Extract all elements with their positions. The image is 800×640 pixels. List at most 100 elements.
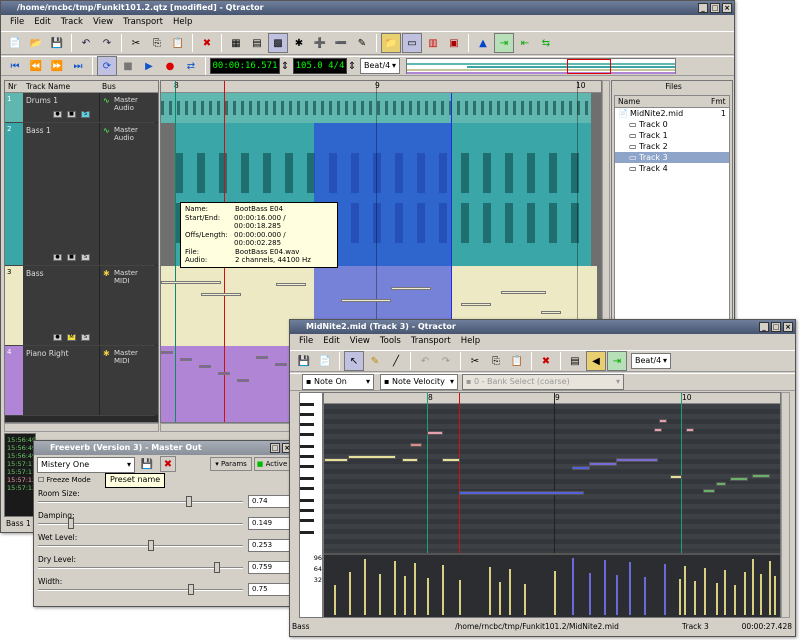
midi-note[interactable] <box>402 458 418 462</box>
file-track-item[interactable]: ▭ Track 0 <box>615 119 729 130</box>
menu-edit[interactable]: Edit <box>318 334 344 348</box>
record-mode-icon[interactable]: ▲ <box>473 33 493 53</box>
select-all-icon[interactable]: ▤ <box>565 351 585 371</box>
preset-combo[interactable]: Mistery One <box>37 457 135 473</box>
velocity-bar[interactable] <box>349 572 351 615</box>
solo-button[interactable]: S <box>81 111 90 118</box>
rewind-icon[interactable]: ⏪ <box>26 56 46 76</box>
paste-icon[interactable]: 📋 <box>507 351 527 371</box>
menu-view[interactable]: View <box>88 15 118 29</box>
velocity-bar[interactable] <box>427 578 429 615</box>
redo-icon[interactable]: ↷ <box>97 33 117 53</box>
save-file-icon[interactable]: 💾 <box>294 351 314 371</box>
paste-icon[interactable]: 📋 <box>168 33 188 53</box>
select-range-icon[interactable]: ▤ <box>247 33 267 53</box>
loop-marker[interactable] <box>175 81 176 422</box>
midi-note[interactable] <box>199 365 211 368</box>
velocity-bar[interactable] <box>364 559 366 615</box>
track-name[interactable]: Piano Right <box>23 346 99 415</box>
menu-track[interactable]: Track <box>56 15 88 29</box>
velocity-bar[interactable] <box>724 570 726 615</box>
midi-note[interactable] <box>541 311 561 314</box>
track-row-bass[interactable]: 3 Bass ● M S Master MIDI ✱ <box>5 266 158 346</box>
note-sound-icon[interactable]: ◀ <box>586 351 606 371</box>
close-button[interactable]: × <box>722 3 732 13</box>
velocity-bar[interactable] <box>752 559 754 615</box>
freeze-mode-checkbox[interactable]: ☐ Freeze Mode <box>38 476 91 484</box>
velocity-bar[interactable] <box>509 569 511 615</box>
midi-note[interactable] <box>180 358 192 361</box>
save-file-icon[interactable]: 💾 <box>47 33 67 53</box>
midi-note[interactable] <box>703 489 715 493</box>
maximize-button[interactable]: □ <box>270 443 280 453</box>
follow-icon[interactable]: ⇥ <box>607 351 627 371</box>
plugin-titlebar[interactable]: Freeverb (Version 3) - Master Out □ × <box>34 441 294 455</box>
add-track-icon[interactable]: ➕ <box>310 33 330 53</box>
midi-note[interactable] <box>276 283 306 286</box>
velocity-bar[interactable] <box>774 576 776 615</box>
punch-icon[interactable]: ⇄ <box>181 56 201 76</box>
forward-icon[interactable]: ⏩ <box>47 56 67 76</box>
solo-button[interactable]: S <box>81 334 90 341</box>
delete-icon[interactable]: ✖ <box>536 351 556 371</box>
param-slider[interactable] <box>38 501 243 503</box>
mute-button[interactable]: M <box>67 334 76 341</box>
velocity-bar[interactable] <box>604 560 606 615</box>
midi-note[interactable] <box>391 287 431 290</box>
minimize-button[interactable]: _ <box>759 322 769 332</box>
midi-note[interactable] <box>341 299 391 302</box>
note-grid[interactable]: 8 9 10 <box>323 392 781 618</box>
loop-set-icon[interactable]: ⇤ <box>515 33 535 53</box>
midi-note[interactable] <box>589 462 617 466</box>
midi-note[interactable] <box>459 491 584 495</box>
midi-ruler[interactable]: 8 9 10 <box>324 393 780 404</box>
velocity-bar[interactable] <box>524 584 526 615</box>
menu-file[interactable]: File <box>294 334 318 348</box>
menu-help[interactable]: Help <box>168 15 197 29</box>
velocity-bar[interactable] <box>744 572 746 615</box>
velocity-bar[interactable] <box>734 585 736 615</box>
midi-note[interactable] <box>501 291 546 294</box>
velocity-bar[interactable] <box>499 582 501 615</box>
midi-note[interactable] <box>730 477 748 481</box>
param-value-spin[interactable]: 0.75 <box>248 583 290 596</box>
time-spin-icon[interactable]: ⇕ <box>281 56 289 76</box>
velocity-bar[interactable] <box>394 561 396 615</box>
delete-preset-icon[interactable]: ✖ <box>160 456 176 472</box>
velocity-bar[interactable] <box>760 574 762 615</box>
velocity-bar[interactable] <box>334 585 336 615</box>
param-slider-knob[interactable] <box>188 584 194 595</box>
midi-snap-combo[interactable]: Beat/4 <box>631 353 671 369</box>
param-slider-knob[interactable] <box>67 518 74 529</box>
cut-icon[interactable]: ✂ <box>126 33 146 53</box>
velocity-lane[interactable] <box>324 553 780 617</box>
param-value-spin[interactable]: 0.74 <box>248 495 290 508</box>
open-file-icon[interactable]: 📂 <box>26 33 46 53</box>
midi-note[interactable] <box>348 455 396 459</box>
track-list-hscroll[interactable] <box>4 423 159 432</box>
track-properties-icon[interactable]: ✎ <box>352 33 372 53</box>
piano-keyboard[interactable]: 96 64 32 <box>299 392 323 618</box>
velocity-bar[interactable] <box>489 567 491 615</box>
file-root[interactable]: 📄 MidNite2.mid 1 <box>615 108 729 119</box>
velocity-bar[interactable] <box>554 571 556 615</box>
velocity-bar[interactable] <box>679 579 681 615</box>
param-slider[interactable] <box>38 545 243 547</box>
velocity-bar[interactable] <box>769 561 771 615</box>
menu-view[interactable]: View <box>345 334 375 348</box>
active-button[interactable]: ■ Active <box>254 457 290 471</box>
connections-icon[interactable]: ▣ <box>444 33 464 53</box>
record-icon[interactable]: ● <box>160 56 180 76</box>
param-value-spin[interactable]: 0.253 <box>248 539 290 552</box>
undo-icon[interactable]: ↶ <box>415 351 435 371</box>
new-file-icon[interactable]: 📄 <box>5 33 25 53</box>
midi-note[interactable] <box>659 419 667 423</box>
midi-note[interactable] <box>256 356 268 359</box>
track-name[interactable]: Bass 1 <box>23 123 99 265</box>
cut-icon[interactable]: ✂ <box>465 351 485 371</box>
param-slider[interactable] <box>38 589 243 591</box>
time-display[interactable]: 00:00:16.571 <box>210 58 280 74</box>
velocity-bar[interactable] <box>716 583 718 615</box>
solo-button[interactable]: S <box>81 254 90 261</box>
midi-note[interactable] <box>752 474 770 478</box>
